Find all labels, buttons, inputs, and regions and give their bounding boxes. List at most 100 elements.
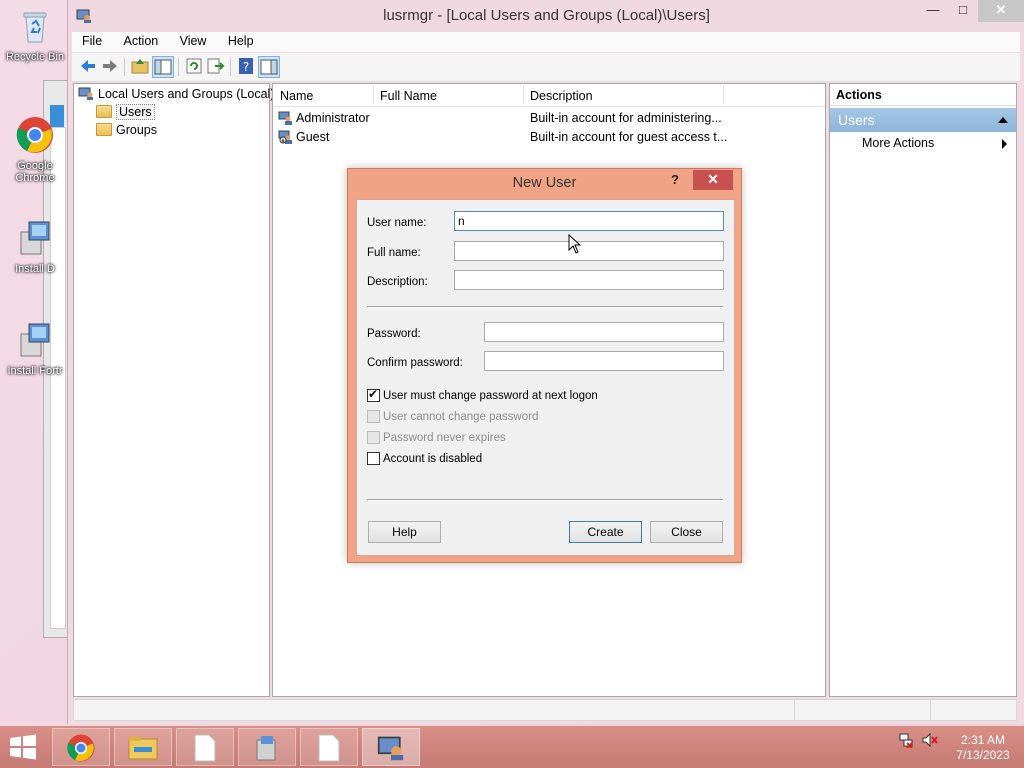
submenu-arrow-icon: [1002, 139, 1007, 149]
dialog-separator: [367, 306, 723, 308]
taskbar-chrome[interactable]: [52, 728, 110, 766]
back-arrow-icon[interactable]: [78, 56, 98, 76]
chrome-icon: [67, 734, 95, 762]
dialog-separator: [367, 499, 723, 501]
checkbox-box[interactable]: [367, 452, 380, 465]
list-row-guest[interactable]: Guest Built-in account for guest access …: [278, 128, 823, 146]
title-bar[interactable]: lusrmgr - [Local Users and Groups (Local…: [68, 0, 1024, 32]
clock-date: 7/13/2023: [956, 748, 1010, 762]
create-button[interactable]: Create: [569, 521, 642, 543]
menu-bar: File Action View Help: [72, 32, 1020, 52]
desktop-icon-label: Google Chrome: [15, 160, 55, 184]
export-list-icon[interactable]: [206, 56, 226, 76]
volume-muted-icon[interactable]: [922, 732, 938, 748]
maximize-button[interactable]: □: [948, 0, 978, 22]
toolbar-separator: [124, 58, 125, 76]
refresh-icon[interactable]: [184, 56, 204, 76]
actions-section-users[interactable]: Users: [830, 108, 1016, 132]
actions-section-label: Users: [838, 112, 875, 128]
checkbox-box[interactable]: [367, 387, 380, 402]
desktop-icon-chrome[interactable]: Google Chrome: [0, 115, 70, 184]
password-input[interactable]: [484, 322, 724, 342]
column-header-name[interactable]: Name: [280, 89, 313, 103]
user-description: Built-in account for administering...: [530, 111, 722, 125]
list-row-administrator[interactable]: Administrator Built-in account for admin…: [278, 109, 823, 127]
up-folder-icon[interactable]: [130, 56, 150, 76]
desktop-icon-install-fortr[interactable]: Install Fortr: [0, 320, 70, 377]
column-separator[interactable]: [373, 86, 374, 104]
close-button[interactable]: Close: [650, 521, 723, 543]
tree-root[interactable]: Local Users and Groups (Local): [78, 85, 274, 103]
taskbar-document-1[interactable]: [176, 728, 234, 766]
minimize-button[interactable]: —: [918, 0, 948, 22]
taskbar-clock[interactable]: 2:31 AM 7/13/2023: [950, 733, 1016, 763]
close-window-button[interactable]: ✕: [978, 0, 1024, 22]
collapse-up-icon[interactable]: [998, 117, 1008, 123]
actions-header: Actions: [830, 84, 1016, 106]
computer-users-icon: [78, 87, 93, 100]
menu-action[interactable]: Action: [114, 32, 167, 48]
background-window-body: [50, 127, 66, 629]
desktop-icon-label: Install D: [15, 263, 55, 275]
column-header-full-name[interactable]: Full Name: [380, 89, 437, 103]
show-hide-tree-icon[interactable]: [152, 56, 174, 78]
installer-icon: [256, 736, 276, 761]
network-icon[interactable]: [898, 732, 914, 748]
toolbar: ?: [72, 53, 1020, 82]
actions-pane: Actions Users More Actions: [829, 83, 1017, 697]
action-more-actions[interactable]: More Actions: [862, 136, 934, 150]
taskbar-file-explorer[interactable]: [114, 728, 172, 766]
windows-start-icon[interactable]: [8, 734, 38, 760]
checkbox-label: User must change password at next logon: [383, 390, 598, 402]
forward-arrow-icon[interactable]: [100, 56, 120, 76]
help-button[interactable]: Help: [368, 521, 441, 543]
description-input[interactable]: [454, 270, 724, 290]
column-separator[interactable]: [523, 86, 524, 104]
svg-text:?: ?: [243, 60, 249, 74]
tree-item-groups[interactable]: Groups: [96, 121, 157, 139]
desktop-icon-recycle-bin[interactable]: Recycle Bin: [0, 6, 70, 63]
tree-item-label: Users: [116, 104, 155, 120]
user-name: Administrator: [296, 111, 370, 125]
user-name: Guest: [296, 130, 330, 144]
tree-pane: Local Users and Groups (Local) Users Gro…: [73, 83, 274, 697]
username-input[interactable]: [454, 211, 724, 231]
column-header-description[interactable]: Description: [530, 89, 593, 103]
menu-file[interactable]: File: [72, 32, 110, 48]
taskbar-document-2[interactable]: [300, 728, 358, 766]
dialog-close-button[interactable]: ✕: [693, 170, 733, 190]
toolbar-separator: [178, 58, 179, 76]
confirm-password-label: Confirm password:: [367, 357, 463, 369]
clock-time: 2:31 AM: [960, 733, 1006, 747]
desktop-icon-install-d[interactable]: Install D: [0, 218, 70, 275]
taskbar-lusrmgr[interactable]: [362, 728, 420, 766]
window-title: lusrmgr - [Local Users and Groups (Local…: [383, 7, 710, 24]
description-label: Description:: [367, 276, 428, 288]
column-separator[interactable]: [723, 86, 724, 104]
taskbar-installer[interactable]: [238, 728, 296, 766]
dialog-body: User name: Full name: Description: Passw…: [356, 199, 735, 556]
chrome-icon: [16, 117, 53, 153]
taskbar: 2:31 AM 7/13/2023: [0, 726, 1024, 768]
desktop-icon-label: Install Fortr: [7, 365, 63, 377]
menu-view[interactable]: View: [170, 32, 215, 48]
fullname-input[interactable]: [454, 241, 724, 261]
tree-item-label: Groups: [116, 123, 157, 137]
menu-help[interactable]: Help: [218, 32, 262, 48]
folder-icon: [96, 123, 112, 136]
installer-icon: [20, 221, 50, 255]
dialog-help-button[interactable]: ?: [665, 172, 685, 187]
list-header: Name Full Name Description: [273, 84, 825, 107]
file-explorer-icon: [128, 737, 158, 760]
user-description: Built-in account for guest access t...: [530, 130, 728, 144]
help-icon[interactable]: ?: [236, 56, 256, 76]
checkbox-box: [367, 431, 380, 444]
users-app-icon: [377, 736, 404, 761]
confirm-password-input[interactable]: [484, 351, 724, 371]
tree-item-users[interactable]: Users: [96, 103, 155, 121]
document-icon: [318, 734, 340, 762]
show-hide-action-pane-icon[interactable]: [258, 56, 280, 78]
status-cell: [930, 700, 931, 720]
toolbar-separator: [230, 58, 231, 76]
checkbox-label: Password never expires: [383, 432, 506, 444]
